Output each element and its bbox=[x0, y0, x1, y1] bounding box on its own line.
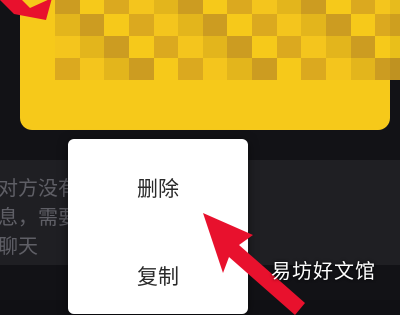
message-bubble[interactable] bbox=[20, 0, 400, 130]
pixelated-message-content bbox=[55, 0, 400, 80]
watermark: 易坊好文馆 bbox=[271, 259, 376, 283]
system-notice-line-3: 聊天 bbox=[0, 234, 38, 258]
red-arrow-icon bbox=[0, 0, 52, 20]
chat-area: 对方没有 能发送最多3 息，需要 复后才能恢复 聊天 删除 复制 易坊好文馆 bbox=[0, 0, 400, 315]
